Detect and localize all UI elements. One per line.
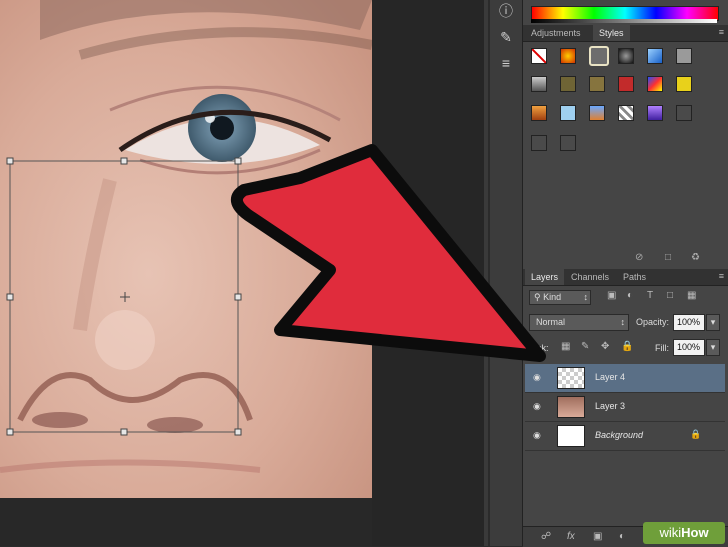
red-arrow-icon (231, 144, 546, 362)
red-arrow-overlay (231, 144, 546, 362)
